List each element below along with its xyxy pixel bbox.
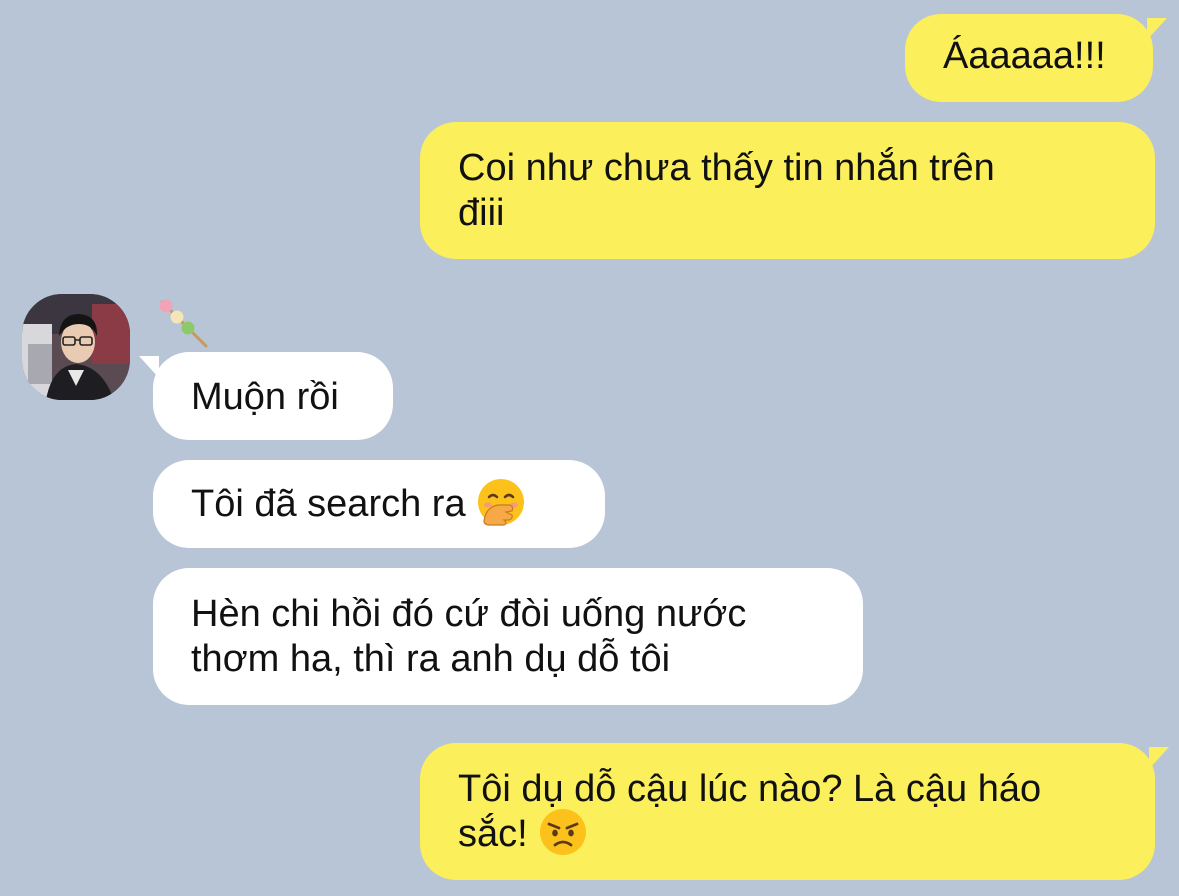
message-text: sắc! [458,813,528,855]
message-text: Tôi đã search ra [191,483,466,525]
outgoing-message-bubble[interactable]: Coi như chưa thấy tin nhắn trên điii [420,122,1155,259]
contact-avatar[interactable] [22,294,130,400]
incoming-message-bubble[interactable]: Muộn rồi [139,352,393,440]
message-text-line: Coi như chưa thấy tin nhắn trên [458,147,995,189]
outgoing-message-bubble[interactable]: Áaaaaa!!! [905,14,1167,102]
message-text-line: Hèn chi hồi đó cứ đòi uống nước [191,593,747,635]
dango-icon [156,296,210,350]
incoming-message-bubble[interactable]: Hèn chi hồi đó cứ đòi uống nước thơm ha,… [153,568,863,705]
angry-face-emoji [540,808,587,855]
message-text-line: thơm ha, thì ra anh dụ dỗ tôi [191,638,671,680]
message-text: Muộn rồi [191,376,339,418]
outgoing-message-bubble[interactable]: Tôi dụ dỗ cậu lúc nào? Là cậu háo sắc! [420,743,1169,880]
hand-over-mouth-emoji [478,478,525,526]
message-text-line: điii [458,192,505,234]
message-text-line: Tôi dụ dỗ cậu lúc nào? Là cậu háo [458,768,1042,810]
chat-thread: Áaaaaa!!! Coi như chưa thấy tin nhắn trê… [0,0,1179,896]
avatar-photo-icon [22,294,130,400]
message-text-line-with-emoji: sắc! [458,808,1155,857]
incoming-message-bubble[interactable]: Tôi đã search ra [153,460,605,548]
message-text: Áaaaaa!!! [943,35,1106,77]
